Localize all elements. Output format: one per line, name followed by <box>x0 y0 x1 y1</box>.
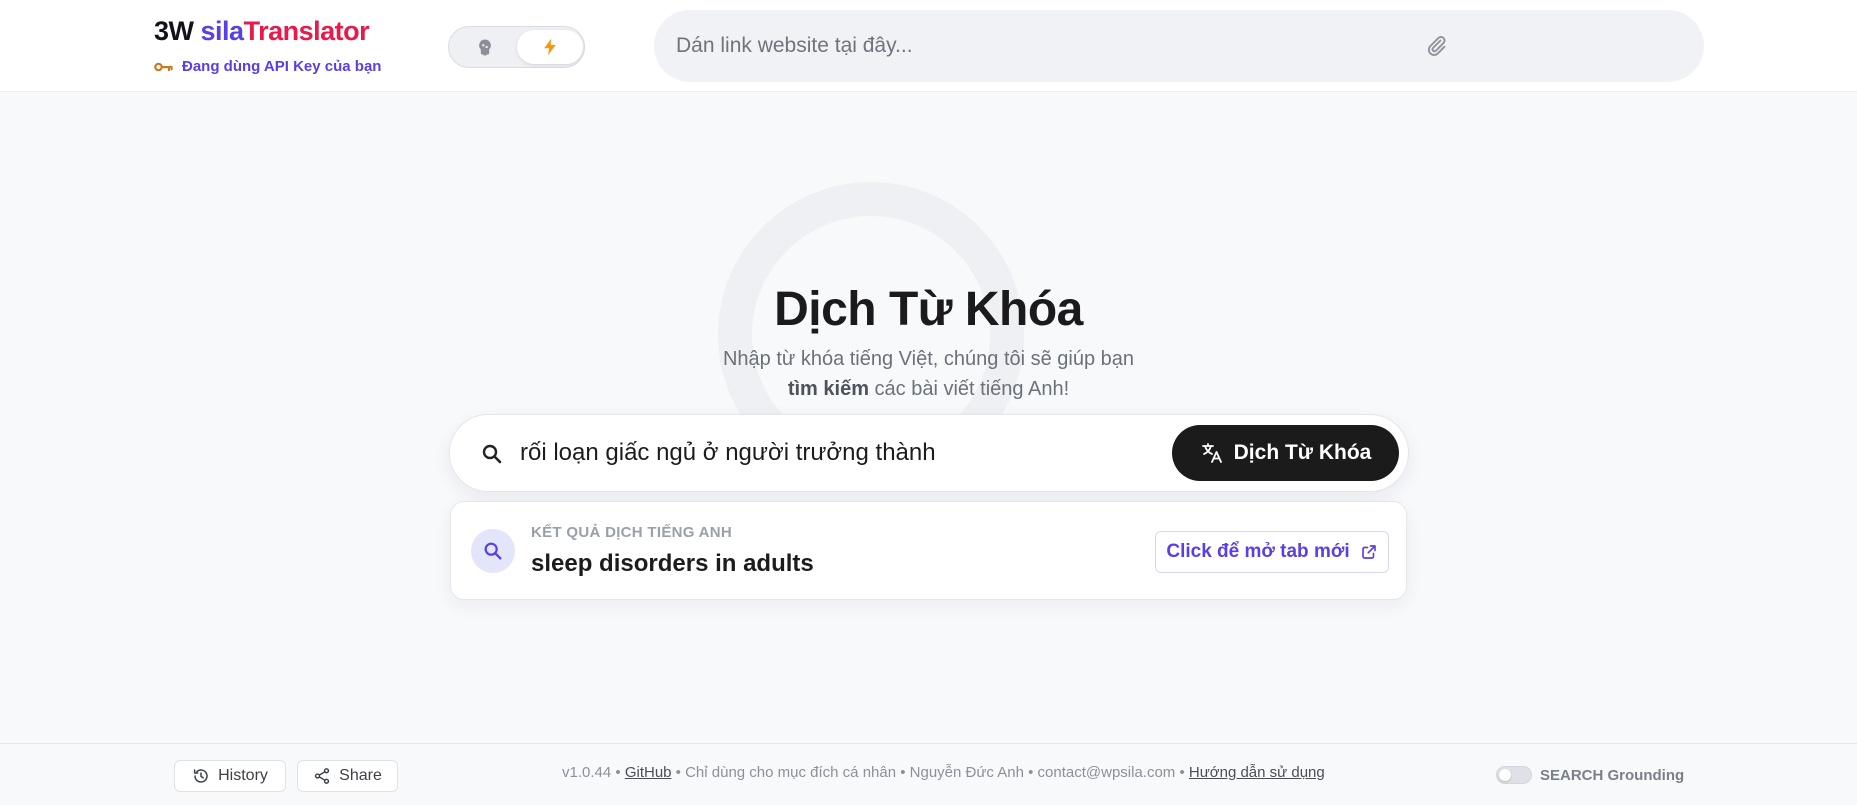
footer: History Share v1.0.44 • GitHub • Chỉ dùn… <box>0 743 1857 805</box>
keyword-search-box: Dịch Từ Khóa <box>449 414 1409 492</box>
share-label: Share <box>339 767 382 784</box>
brain-icon <box>479 39 491 56</box>
result-text: sleep disorders in adults <box>531 550 814 577</box>
toggle-knob <box>1499 769 1511 781</box>
separator: • <box>1023 764 1038 781</box>
subtitle-bold: tìm kiếm <box>787 378 869 400</box>
brand-part-sila: sila <box>200 16 245 46</box>
api-key-status-text: Đang dùng API Key của bạn <box>182 58 382 75</box>
translation-result-card: KẾT QUẢ DỊCH TIẾNG ANH sleep disorders i… <box>450 501 1407 600</box>
open-new-tab-label: Click để mở tab mới <box>1166 541 1350 562</box>
key-icon <box>154 62 173 71</box>
brand-part-translator: Translator <box>243 16 370 46</box>
url-input[interactable] <box>676 10 1376 82</box>
search-grounding-setting: SEARCH Grounding <box>1496 766 1684 784</box>
author-text: Nguyễn Đức Anh <box>909 764 1024 781</box>
attach-button[interactable] <box>1422 32 1450 60</box>
paperclip-icon <box>1427 36 1446 56</box>
separator: • <box>611 764 625 781</box>
lightning-icon <box>544 38 556 56</box>
top-header: 3W silaTranslator Đang dùng API Key của … <box>0 0 1857 92</box>
personal-use-text: Chỉ dùng cho mục đích cá nhân <box>685 764 897 781</box>
subtitle-rest: các bài viết tiếng Anh! <box>869 378 1070 400</box>
brand-logo[interactable]: 3W silaTranslator <box>154 14 381 48</box>
search-icon <box>482 444 502 464</box>
search-icon <box>484 542 502 560</box>
brand-part-3w: 3W <box>154 16 201 46</box>
mode-thinking-button[interactable] <box>452 30 518 64</box>
translate-button-label: Dịch Từ Khóa <box>1233 441 1372 464</box>
separator: • <box>896 764 910 781</box>
external-link-icon <box>1361 545 1376 559</box>
mode-fast-button[interactable] <box>517 30 583 64</box>
history-label: History <box>218 767 268 784</box>
page-subtitle: Nhập từ khóa tiếng Việt, chúng tôi sẽ gi… <box>0 344 1857 404</box>
url-bar <box>654 10 1704 82</box>
subtitle-line-1: Nhập từ khóa tiếng Việt, chúng tôi sẽ gi… <box>722 348 1135 370</box>
open-new-tab-button[interactable]: Click để mở tab mới <box>1155 531 1389 573</box>
separator: • <box>671 764 686 781</box>
footer-info: v1.0.44 • GitHub • Chỉ dùng cho mục đích… <box>562 764 1325 781</box>
search-grounding-toggle[interactable] <box>1496 766 1532 784</box>
page-title: Dịch Từ Khóa <box>774 283 1083 336</box>
result-search-badge <box>471 529 515 573</box>
keyword-input[interactable] <box>520 415 1160 491</box>
separator: • <box>1175 764 1189 781</box>
brand: 3W silaTranslator Đang dùng API Key của … <box>154 14 381 75</box>
share-button[interactable]: Share <box>297 760 398 792</box>
translate-icon <box>1201 443 1222 463</box>
translate-keyword-button[interactable]: Dịch Từ Khóa <box>1172 425 1399 481</box>
subtitle-line-2: tìm kiếm các bài viết tiếng Anh! <box>0 374 1857 404</box>
history-icon <box>193 769 208 783</box>
version-text: v1.0.44 <box>562 764 612 781</box>
api-key-status: Đang dùng API Key của bạn <box>154 58 381 75</box>
github-link[interactable]: GitHub <box>625 764 672 781</box>
result-label: KẾT QUẢ DỊCH TIẾNG ANH <box>531 524 733 541</box>
contact-email: contact@wpsila.com <box>1037 764 1176 781</box>
search-grounding-label: SEARCH Grounding <box>1540 766 1685 784</box>
mode-toggle <box>448 26 585 68</box>
share-icon <box>314 768 330 784</box>
guide-link[interactable]: Hướng dẫn sử dụng <box>1189 764 1325 781</box>
history-button[interactable]: History <box>174 760 286 792</box>
